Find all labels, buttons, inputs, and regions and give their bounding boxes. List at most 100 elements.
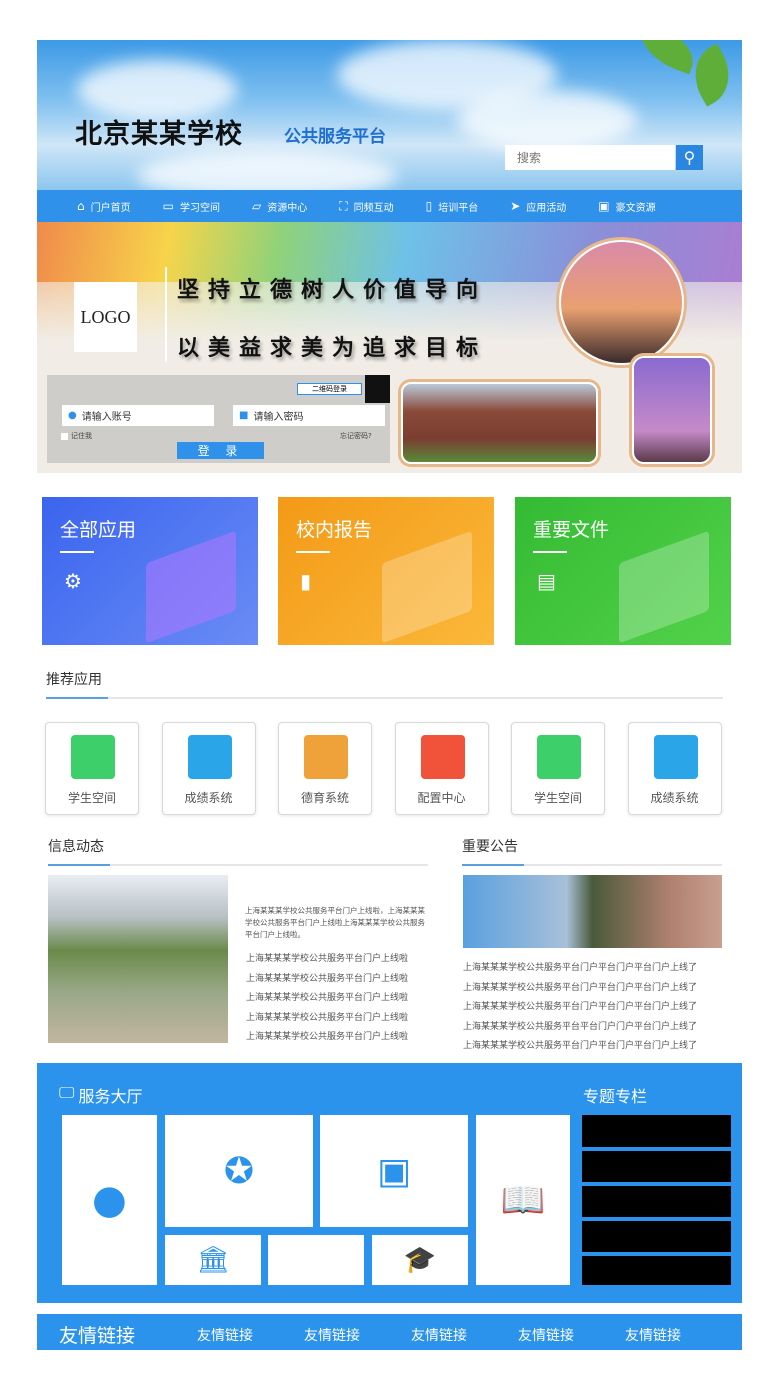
monitor-icon: 🖵 (59, 1083, 75, 1102)
app-tile[interactable]: 学生空间 (511, 722, 605, 815)
topic-slot[interactable] (582, 1115, 731, 1147)
divider (165, 267, 167, 362)
app-label: 德育系统 (300, 791, 349, 805)
award-icon: ✪ (223, 1150, 255, 1192)
password-input[interactable]: ■ 请输入密码 (233, 405, 385, 426)
card-important-docs[interactable]: 重要文件 ▤ (515, 497, 731, 645)
notice-item[interactable]: 上海某某某学校公共服务平台平台门户门户平台门户上线了 (463, 1019, 697, 1032)
screen-icon: ▣ (598, 199, 610, 213)
graduation-cap-icon: 🎓 (403, 1245, 437, 1275)
app-label: 配置中心 (417, 791, 466, 805)
service-tile-award[interactable]: ✪ (165, 1115, 313, 1227)
news-item[interactable]: 上海某某某学校公共服务平台门户上线啦 (246, 951, 408, 964)
school-logo: LOGO (74, 282, 137, 352)
campus-photo-lamp (632, 356, 712, 464)
paper-plane-icon: ➤ (510, 199, 521, 213)
friend-link[interactable]: 友情链接 (411, 1325, 467, 1345)
app-tile[interactable]: 学生空间 (45, 722, 139, 815)
recommended-title: 推荐应用 (46, 672, 102, 688)
app-label: 成绩系统 (184, 791, 233, 805)
gear-icon: ⚙ (64, 569, 82, 593)
service-tile-book[interactable]: 📖 (476, 1115, 570, 1285)
monitor-icon: ▭ (162, 199, 174, 213)
notice-photo[interactable] (463, 875, 722, 948)
folder-icon: ▱ (251, 199, 262, 213)
friend-link[interactable]: 友情链接 (304, 1325, 360, 1345)
nav-item-home[interactable]: ⌂ 门户首页 (77, 199, 131, 214)
remember-me[interactable]: 记住我 (61, 431, 92, 441)
forgot-password-link[interactable]: 忘记密码? (340, 431, 372, 441)
book-icon: 📖 (500, 1180, 546, 1221)
friend-links-title: 友情链接 (59, 1325, 136, 1347)
search-button[interactable]: ⚲ (676, 145, 703, 170)
notice-item[interactable]: 上海某某某学校公共服务平台门户平台门户平台门户上线了 (463, 1038, 697, 1051)
slogan-1: 坚持立德树人价值导向 (177, 277, 488, 303)
nav-item-resources[interactable]: ▱ 资源中心 (252, 199, 307, 214)
notice-item[interactable]: 上海某某某学校公共服务平台门户平台门户平台门户上线了 (463, 960, 697, 973)
app-tile[interactable]: 成绩系统 (161, 722, 256, 815)
app-label: 学生空间 (67, 791, 116, 805)
institution-icon: 🏛 (196, 1245, 230, 1275)
app-icon (304, 735, 348, 779)
login-button[interactable]: 登 录 (177, 442, 264, 459)
topics-title: 专题专栏 (583, 1087, 648, 1106)
news-item[interactable]: 上海某某某学校公共服务平台门户上线啦 (246, 990, 408, 1003)
document-icon: ▤ (537, 569, 556, 593)
account-input[interactable]: ● 请输入账号 (62, 405, 214, 426)
news-item[interactable]: 上海某某某学校公共服务平台门户上线啦 (246, 971, 408, 984)
nav-item-training[interactable]: ▯ 培训平台 (426, 199, 479, 214)
nav-item-interaction[interactable]: ⛶ 同频互动 (339, 199, 393, 214)
topic-slot[interactable] (582, 1221, 731, 1252)
service-hall-title: 服务大厅 (78, 1087, 143, 1106)
service-tile-institution[interactable]: 🏛 (165, 1235, 261, 1285)
card-all-apps[interactable]: 全部应用 ⚙ (42, 497, 258, 645)
app-tile[interactable]: 配置中心 (394, 722, 489, 815)
video-icon: ▯ (425, 199, 433, 213)
app-icon (71, 735, 115, 779)
notice-item[interactable]: 上海某某某学校公共服务平台门户平台门户平台门户上线了 (463, 980, 697, 993)
lock-icon: ■ (239, 410, 249, 421)
topic-slot[interactable] (582, 1151, 731, 1182)
search-icon: ⚲ (683, 148, 696, 167)
service-tile-computer[interactable]: ▣ (320, 1115, 468, 1227)
news-summary[interactable]: 上海某某某学校公共服务平台门户上线啦，上海某某某学校公共服务平台门户上线啦上海某… (245, 905, 430, 941)
main-nav: ⌂ 门户首页 ▭ 学习空间 ▱ 资源中心 ⛶ 同频互动 ▯ 培训平台 ➤ 应用活动 ▣ 豪文资… (37, 190, 742, 222)
card-school-reports[interactable]: 校内报告 ▮ (278, 497, 494, 645)
notice-item[interactable]: 上海某某某学校公共服务平台门户平台门户平台门户上线了 (463, 999, 697, 1012)
friend-link[interactable]: 友情链接 (625, 1325, 681, 1345)
app-icon (537, 735, 581, 779)
app-label: 学生空间 (533, 791, 582, 805)
hero-banner: LOGO 坚持立德树人价值导向 以美益求美为追求目标 二维码登录 ● 请输入账号 … (37, 222, 742, 473)
news-photo[interactable] (48, 875, 228, 1043)
topic-slot[interactable] (582, 1256, 731, 1285)
frame-icon: ⛶ (339, 198, 348, 213)
app-icon (420, 735, 465, 779)
news-item[interactable]: 上海某某某学校公共服务平台门户上线啦 (246, 1029, 408, 1042)
friend-link[interactable]: 友情链接 (197, 1325, 253, 1345)
qr-code-icon[interactable] (365, 375, 390, 403)
bell-icon: ● (92, 1177, 127, 1223)
app-tile[interactable]: 成绩系统 (627, 722, 722, 815)
checkbox[interactable] (61, 432, 68, 440)
app-icon (653, 735, 698, 779)
app-tile[interactable]: 德育系统 (278, 722, 372, 815)
friend-links: 友情链接 友情链接 友情链接 友情链接 友情链接 友情链接 (37, 1314, 742, 1350)
notice-title: 重要公告 (462, 839, 518, 855)
service-tile-bell[interactable]: ● (62, 1115, 157, 1285)
search-input[interactable] (505, 145, 675, 170)
qr-login-tab[interactable]: 二维码登录 (297, 383, 362, 395)
friend-link[interactable]: 友情链接 (518, 1325, 574, 1345)
divider (48, 864, 428, 866)
topic-slot[interactable] (582, 1186, 731, 1217)
news-item[interactable]: 上海某某某学校公共服务平台门户上线啦 (246, 1010, 408, 1023)
header: 北京某某学校 公共服务平台 ⚲ (37, 40, 742, 190)
nav-item-hw-resources[interactable]: ▣ 豪文资源 (598, 199, 655, 214)
divider (46, 697, 723, 699)
campus-photo-building (401, 382, 598, 464)
campus-photo-sunset (559, 240, 684, 365)
service-tile-blank[interactable] (268, 1235, 364, 1285)
service-tile-graduation[interactable]: 🎓 (372, 1235, 468, 1285)
news-title: 信息动态 (48, 839, 104, 855)
nav-item-activities[interactable]: ➤ 应用活动 (510, 199, 566, 214)
nav-item-study[interactable]: ▭ 学习空间 (163, 199, 220, 214)
